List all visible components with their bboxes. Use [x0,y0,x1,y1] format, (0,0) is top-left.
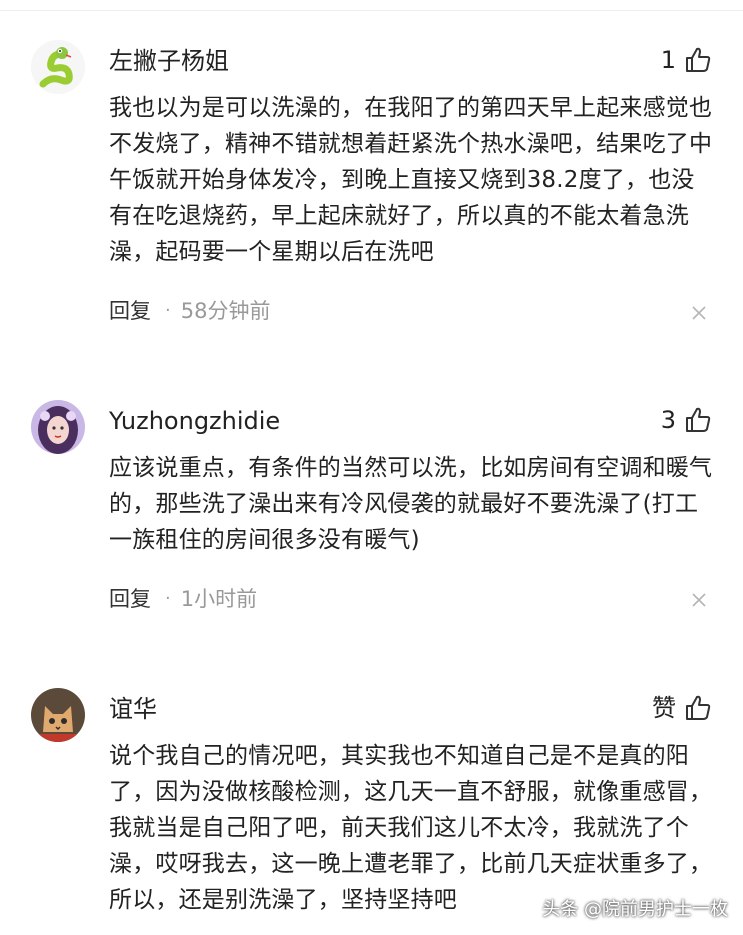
avatar[interactable] [31,40,85,94]
comment-text: 我也以为是可以洗澡的，在我阳了的第四天早上起来感觉也不发烧了，精神不错就想着赶紧… [109,95,713,265]
like-label: 赞 [652,694,676,722]
like-button[interactable]: 3 [661,403,712,437]
reply-button[interactable]: 回复 [109,295,151,325]
comment-meta: 回复 · 58分钟前 [109,295,270,325]
avatar[interactable] [31,400,85,454]
username[interactable]: 谊华 [109,694,157,724]
separator-dot: · [165,587,171,609]
thumbs-up-icon [686,47,711,72]
comment-text: 说个我自己的情况吧，其实我也不知道自己是不是真的阳了，因为没做核酸检测，这几天一… [109,743,713,913]
like-count: 3 [660,406,676,434]
watermark: 头条 @院前男护士一枚 [542,899,728,920]
timestamp: 1小时前 [180,587,258,611]
username[interactable]: Yuzhongzhidie [109,406,280,436]
snake-avatar-icon [31,40,85,94]
like-count: 1 [660,46,676,74]
avatar[interactable] [31,688,85,742]
thumbs-up-icon [686,407,711,432]
like-button[interactable]: 赞 [652,691,712,725]
woman-avatar-icon [31,400,85,454]
thumbs-up-icon [686,695,711,720]
timestamp: 58分钟前 [180,299,271,323]
comment-item: Yuzhongzhidie 3 应该说重点，有条件的当然可以洗，比如房间有空调和… [0,400,743,630]
close-icon[interactable] [690,591,708,609]
close-icon[interactable] [690,304,708,322]
comment-meta: 回复 · 1小时前 [109,583,257,613]
username[interactable]: 左撇子杨姐 [109,46,229,76]
comment-text: 应该说重点，有条件的当然可以洗，比如房间有空调和暖气的，那些洗了澡出来有冷风侵袭… [109,455,713,553]
like-button[interactable]: 1 [661,43,712,77]
top-divider [0,10,743,11]
separator-dot: · [165,299,171,321]
cat-avatar-icon [31,688,85,742]
comment-item: 左撇子杨姐 1 我也以为是可以洗澡的，在我阳了的第四天早上起来感觉也不发烧了，精… [0,40,743,340]
reply-button[interactable]: 回复 [109,583,151,613]
